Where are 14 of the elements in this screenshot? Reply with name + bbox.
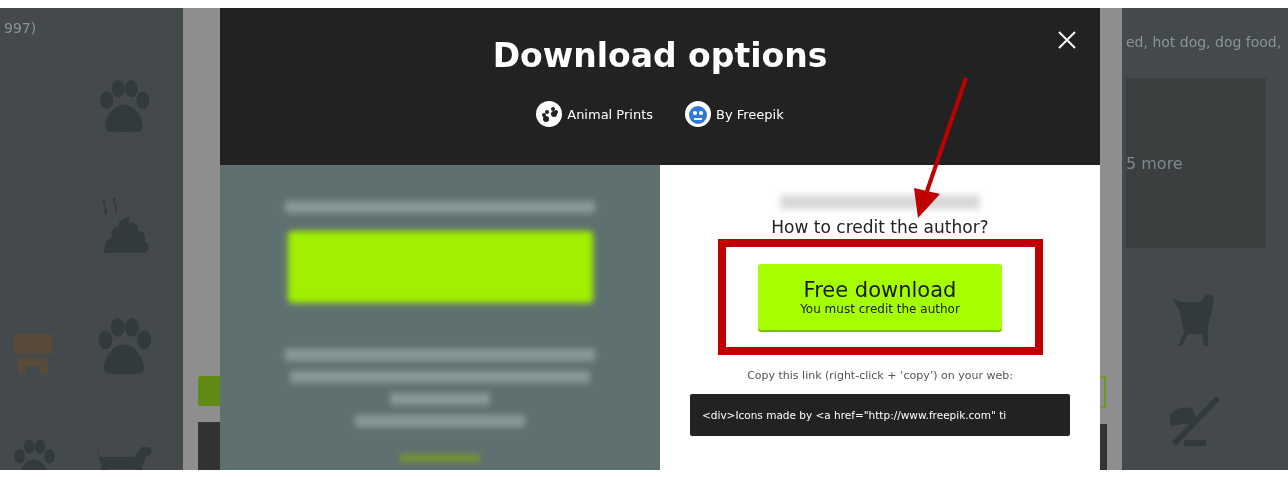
close-icon [1057,30,1077,50]
robot-avatar-icon [685,101,712,127]
dialog-title: Download options [492,36,828,75]
page-caption: 997) [4,20,37,36]
page-caption: ed, hot dog, dog food, [1126,34,1283,50]
paw-prints-icon [536,101,563,127]
embed-code-field[interactable]: <div>Icons made by <a href="http://www.freepik.com" ti [690,394,1070,436]
credit-heading: How to credit the author? [771,217,989,237]
more-count: 5 more [1126,153,1183,173]
author-link[interactable]: By Freepik [685,101,784,127]
copy-hint: Copy this link (right-click + ‘copy’) on your web: [747,369,1013,382]
pack-link[interactable]: Animal Prints [536,101,654,127]
free-download-button[interactable]: Free download You must credit the author [758,264,1002,330]
close-button[interactable] [1057,30,1077,50]
